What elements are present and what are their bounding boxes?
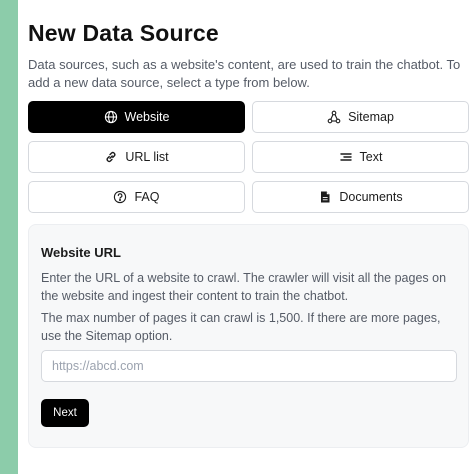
globe-icon: [104, 110, 118, 124]
next-button[interactable]: Next: [41, 399, 89, 427]
source-type-label: Website: [124, 110, 170, 124]
document-icon: [318, 190, 332, 204]
page-description: Data sources, such as a website's conten…: [28, 57, 461, 90]
website-url-card: Website URL Enter the URL of a website t…: [28, 224, 469, 448]
crawl-description: Enter the URL of a website to crawl. The…: [41, 271, 447, 303]
source-type-faq-button[interactable]: FAQ: [28, 181, 245, 213]
source-type-label: FAQ: [134, 190, 160, 204]
page-title: New Data Source: [28, 20, 219, 46]
crawl-limit-note: The max number of pages it can crawl is …: [41, 311, 441, 343]
source-type-sitemap-button[interactable]: Sitemap: [252, 101, 469, 133]
source-type-website-button[interactable]: Website: [28, 101, 245, 133]
source-type-text-button[interactable]: Text: [252, 141, 469, 173]
source-type-documents-button[interactable]: Documents: [252, 181, 469, 213]
source-type-label: URL list: [125, 150, 169, 164]
text-lines-icon: [339, 150, 353, 164]
source-type-label: Documents: [339, 190, 403, 204]
source-type-url-list-button[interactable]: URL list: [28, 141, 245, 173]
source-type-label: Sitemap: [348, 110, 394, 124]
website-url-title: Website URL: [41, 245, 121, 260]
source-type-label: Text: [359, 150, 383, 164]
question-circle-icon: [113, 190, 127, 204]
website-url-input[interactable]: [41, 350, 457, 382]
new-data-source-panel: New Data Source Data sources, such as a …: [18, 0, 474, 474]
sitemap-icon: [327, 110, 341, 124]
link-icon: [104, 150, 118, 164]
